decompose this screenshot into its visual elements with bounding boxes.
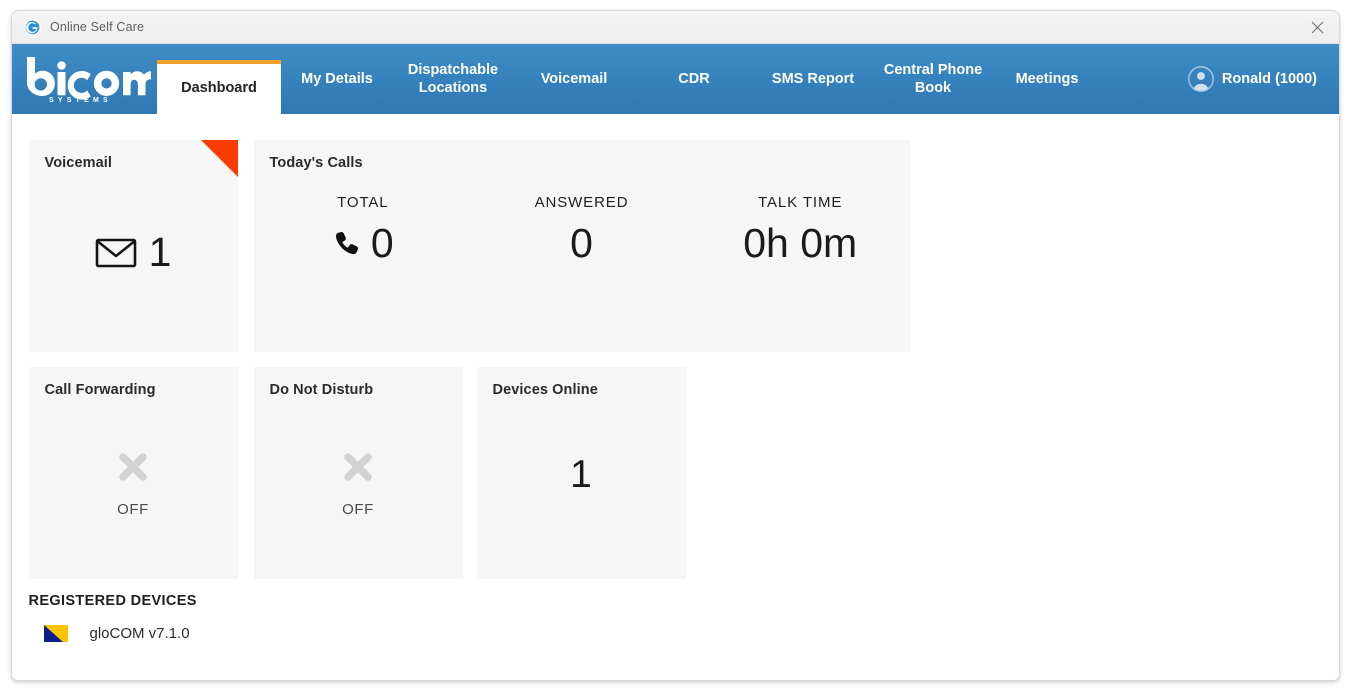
- card-call-forwarding-title: Call Forwarding: [44, 382, 156, 398]
- card-todays-calls-title: Today's Calls: [269, 155, 363, 171]
- main-nav: Dashboard My Details Dispatchable Locati…: [157, 44, 1178, 115]
- glocom-flag-icon: [43, 625, 68, 642]
- card-devices-online-title: Devices Online: [492, 382, 598, 398]
- tab-sms-report-label: SMS Report: [771, 70, 855, 87]
- envelope-icon: [95, 237, 137, 269]
- bicom-globe-icon: [24, 18, 41, 36]
- user-circle-icon: [1187, 66, 1214, 92]
- card-todays-calls[interactable]: Today's Calls TOTAL 0 ANSWERED 0 TALK TI…: [253, 140, 910, 352]
- voicemail-count: 1: [148, 229, 172, 275]
- card-do-not-disturb[interactable]: Do Not Disturb OFF: [253, 367, 463, 579]
- registered-device-name: gloCOM v7.1.0: [89, 625, 190, 642]
- tab-central-phone-book-label: Central Phone Book: [883, 61, 983, 96]
- app-header: SYSTEMS Dashboard My Details Dispatchabl…: [12, 44, 1339, 115]
- calls-stats-row: TOTAL 0 ANSWERED 0 TALK TIME 0h 0m: [254, 194, 910, 264]
- stat-answered-value: 0: [570, 220, 593, 266]
- card-do-not-disturb-title: Do Not Disturb: [269, 382, 374, 398]
- stat-answered-label: ANSWERED: [534, 194, 629, 211]
- phone-icon: [332, 229, 362, 259]
- call-forwarding-state-group: OFF: [29, 450, 238, 518]
- x-mark-icon: [341, 450, 375, 484]
- tab-dashboard-label: Dashboard: [181, 80, 257, 96]
- card-devices-online[interactable]: Devices Online 1: [476, 367, 686, 579]
- screen-root: Online Self Care SYSTEMS Dashboard My De…: [0, 0, 1351, 699]
- x-mark-icon: [116, 450, 150, 484]
- user-name-label: Ronald (1000): [1221, 71, 1317, 87]
- dnd-state: OFF: [342, 501, 374, 518]
- call-forwarding-state: OFF: [117, 501, 149, 518]
- dnd-state-group: OFF: [254, 450, 463, 518]
- window-titlebar: Online Self Care: [12, 11, 1339, 44]
- card-call-forwarding[interactable]: Call Forwarding OFF: [28, 367, 238, 579]
- stat-talk-time-value: 0h 0m: [743, 220, 858, 266]
- stat-total-value-group: 0: [332, 223, 394, 264]
- tab-dashboard[interactable]: Dashboard: [157, 60, 281, 115]
- svg-text:SYSTEMS: SYSTEMS: [49, 97, 112, 103]
- stat-total: TOTAL 0: [254, 194, 473, 264]
- tab-voicemail[interactable]: Voicemail: [513, 44, 635, 114]
- tab-my-details-label: My Details: [301, 70, 373, 87]
- tab-dispatchable-locations[interactable]: Dispatchable Locations: [393, 44, 513, 114]
- stat-answered-value-group: 0: [570, 223, 593, 264]
- dashboard-content: Voicemail 1 Today's Calls TOTAL 0 ANSWER…: [12, 114, 1339, 680]
- stat-talk-time-value-group: 0h 0m: [743, 223, 857, 264]
- tab-cdr[interactable]: CDR: [635, 44, 753, 114]
- tab-central-phone-book[interactable]: Central Phone Book: [873, 44, 993, 114]
- stat-answered: ANSWERED 0: [472, 194, 691, 264]
- card-voicemail[interactable]: Voicemail 1: [28, 140, 238, 352]
- devices-online-count: 1: [570, 453, 592, 496]
- bicom-logo: SYSTEMS: [12, 44, 157, 114]
- tab-voicemail-label: Voicemail: [540, 70, 608, 87]
- voicemail-corner-flag-icon: [200, 140, 238, 177]
- tab-my-details[interactable]: My Details: [281, 44, 393, 114]
- registered-device-item[interactable]: gloCOM v7.1.0: [29, 625, 190, 642]
- registered-devices-heading: REGISTERED DEVICES: [28, 593, 197, 609]
- stat-talk-time-label: TALK TIME: [758, 194, 843, 211]
- user-menu[interactable]: Ronald (1000): [1178, 44, 1339, 114]
- voicemail-value-group: 1: [29, 232, 238, 273]
- card-voicemail-title: Voicemail: [44, 155, 113, 171]
- tab-cdr-label: CDR: [678, 70, 710, 87]
- close-icon[interactable]: [1295, 11, 1339, 44]
- window-title: Online Self Care: [50, 20, 145, 34]
- stat-talk-time: TALK TIME 0h 0m: [691, 194, 910, 264]
- tab-meetings[interactable]: Meetings: [993, 44, 1101, 114]
- stat-total-value: 0: [370, 220, 394, 266]
- tab-meetings-label: Meetings: [1015, 70, 1079, 87]
- stat-total-label: TOTAL: [337, 194, 389, 211]
- tab-dispatchable-locations-label: Dispatchable Locations: [407, 61, 499, 96]
- browser-window: Online Self Care SYSTEMS Dashboard My De…: [11, 10, 1340, 681]
- tab-sms-report[interactable]: SMS Report: [753, 44, 873, 114]
